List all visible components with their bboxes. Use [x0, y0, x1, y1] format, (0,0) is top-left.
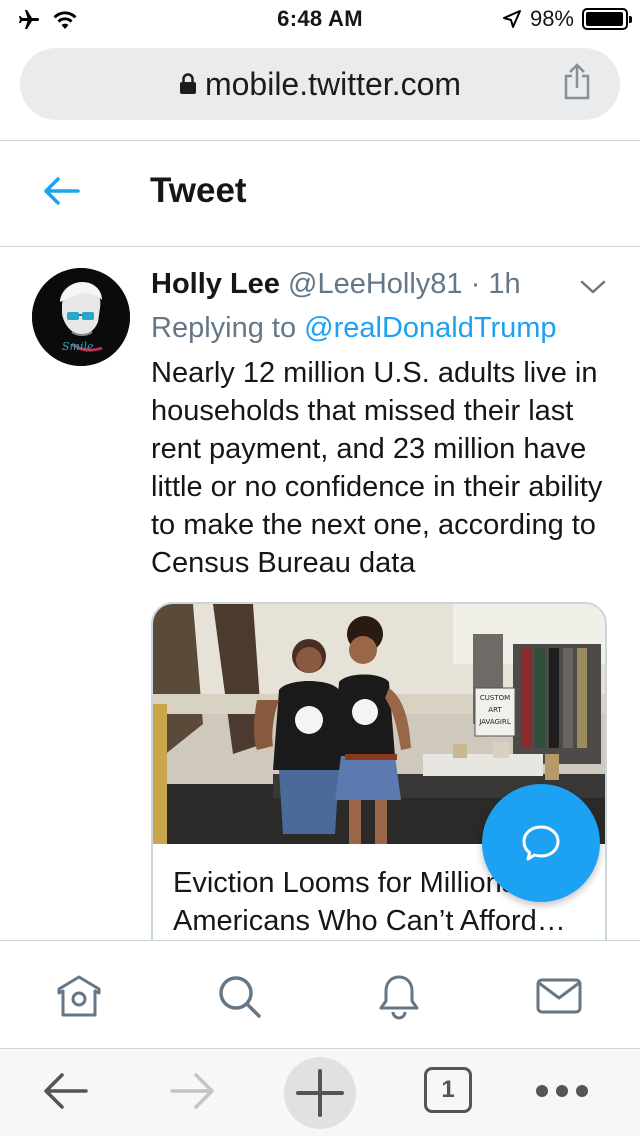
tweet-header: Tweet — [0, 141, 640, 247]
tabs-button[interactable]: 1 — [424, 1067, 472, 1113]
browser-toolbar: 1 — [0, 1048, 640, 1136]
battery-percent: 98% — [529, 6, 574, 31]
chevron-down-icon[interactable] — [578, 276, 608, 298]
avatar-lettering: Smile — [62, 340, 94, 353]
bottom-nav — [0, 940, 640, 1048]
plus-icon — [296, 1069, 344, 1117]
battery-level — [586, 12, 624, 26]
author-handle[interactable]: @LeeHolly81 — [288, 268, 463, 300]
replying-to-line: Replying to @realDonaldTrump — [151, 312, 557, 345]
author-name[interactable]: Holly Lee — [151, 268, 280, 300]
replying-to-user[interactable]: @realDonaldTrump — [304, 312, 556, 344]
compose-reply-button[interactable] — [482, 784, 600, 902]
replying-prefix: Replying to — [151, 312, 297, 344]
tweet-text: Nearly 12 million U.S. adults live in ho… — [151, 357, 603, 579]
share-icon[interactable] — [562, 62, 592, 102]
svg-text:CUSTOM: CUSTOM — [480, 694, 510, 702]
svg-text:JAVAGIRL: JAVAGIRL — [478, 718, 511, 726]
back-icon[interactable] — [40, 1069, 90, 1113]
page-title: Tweet — [150, 171, 247, 210]
svg-text:ART: ART — [488, 706, 502, 714]
tweet-time[interactable]: 1h — [488, 268, 520, 300]
separator-dot: · — [470, 268, 481, 300]
messages-icon[interactable] — [534, 971, 584, 1021]
address-bar[interactable]: mobile.twitter.com — [20, 48, 620, 120]
tweet-author-line: Holly Lee @LeeHolly81 · 1h — [151, 268, 521, 301]
home-icon[interactable] — [54, 971, 104, 1021]
new-tab-button[interactable] — [284, 1057, 356, 1129]
battery-icon — [582, 8, 632, 30]
status-bar: 6:48 AM 98% — [0, 0, 640, 40]
speech-bubble-icon — [522, 825, 560, 861]
divider — [0, 246, 640, 247]
notifications-icon[interactable] — [374, 971, 424, 1021]
lock-icon — [179, 72, 196, 94]
url-text: mobile.twitter.com — [204, 66, 462, 102]
avatar-image: Smile — [32, 268, 130, 366]
more-icon[interactable] — [534, 1081, 590, 1101]
search-icon[interactable] — [214, 971, 264, 1021]
link-card[interactable]: CUSTOM ART JAVAGIRL Eviction Looms for M… — [151, 602, 607, 962]
location-icon — [502, 10, 521, 28]
back-arrow-icon[interactable] — [42, 175, 80, 207]
forward-icon[interactable] — [168, 1069, 218, 1113]
avatar[interactable]: Smile — [32, 268, 130, 366]
